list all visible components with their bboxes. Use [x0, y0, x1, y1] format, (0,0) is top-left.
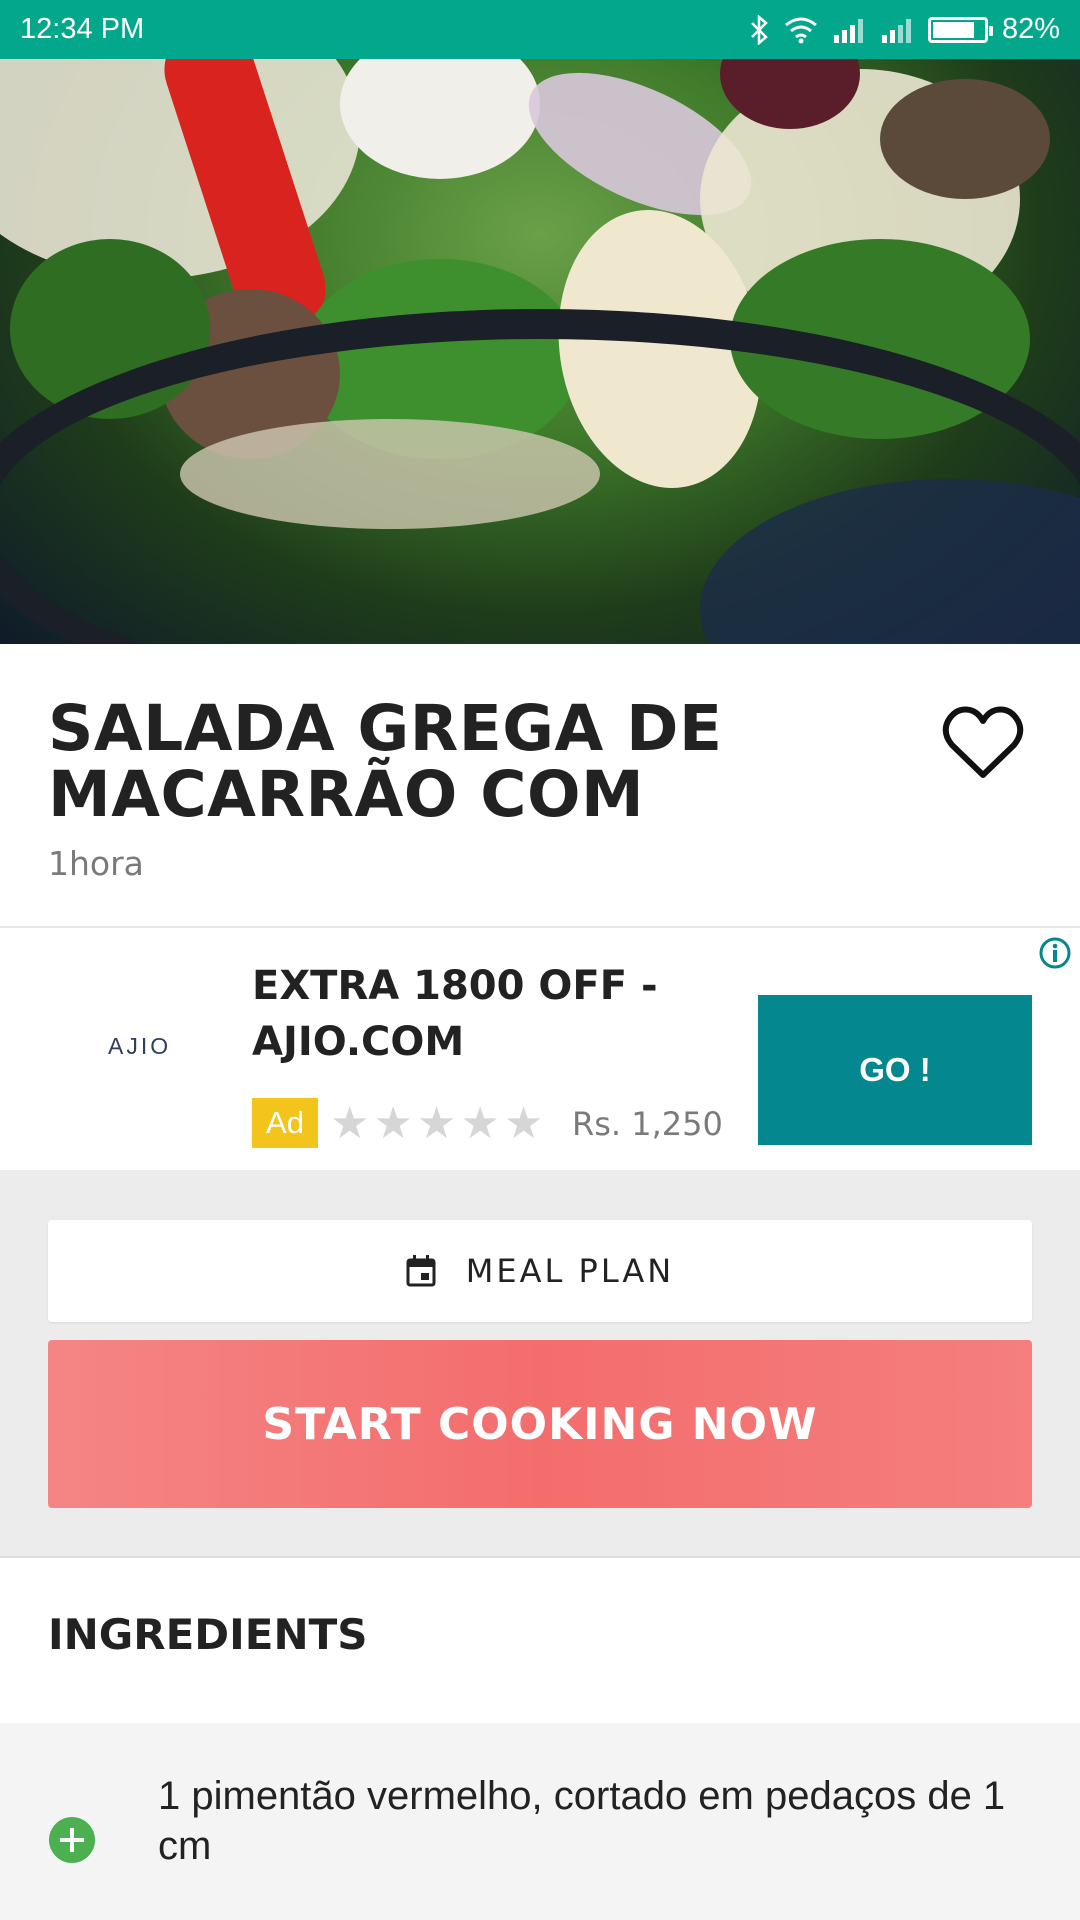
battery-icon [927, 16, 993, 43]
status-time: 12:34 PM [20, 13, 145, 45]
status-icons: 82% [748, 13, 1060, 46]
calendar-icon [406, 1255, 436, 1287]
ad-headline[interactable]: EXTRA 1800 OFF - AJIO.COM [252, 958, 722, 1070]
star-icon: ★ [330, 1098, 370, 1149]
ingredients-header: INGREDIENTS [0, 1558, 1080, 1723]
ad-brand-logo: AJIO [108, 1033, 172, 1059]
recipe-actions: MEAL PLAN START COOKING NOW [0, 1170, 1080, 1558]
ad-badge: Ad [252, 1098, 318, 1148]
ad-banner[interactable]: AJIO EXTRA 1800 OFF - AJIO.COM Ad ★ ★ ★ … [0, 930, 1080, 1170]
status-bar: 12:34 PM 82% [0, 0, 1080, 59]
recipe-photo [0, 59, 1080, 644]
ingredients-title: INGREDIENTS [48, 1610, 368, 1659]
ad-price: Rs. 1,250 [572, 1105, 723, 1143]
meal-plan-button[interactable]: MEAL PLAN [48, 1220, 1032, 1322]
recipe-header: SALADA GREGA DE MACARRÃO COM 1hora [0, 644, 1080, 928]
wifi-icon [785, 17, 817, 43]
star-icon: ★ [460, 1098, 500, 1149]
info-icon[interactable] [1038, 936, 1072, 970]
battery-level-fill [932, 21, 974, 38]
recipe-title: SALADA GREGA DE MACARRÃO COM [48, 692, 723, 831]
signal-icon [833, 18, 863, 43]
list-item[interactable]: 1 pimentão vermelho, cortado em pedaços … [0, 1723, 1080, 1920]
heart-outline-icon [942, 706, 1024, 778]
star-icon: ★ [503, 1098, 544, 1149]
recipe-time: 1hora [48, 844, 144, 883]
bluetooth-icon [751, 14, 768, 45]
ingredient-text: 1 pimentão vermelho, cortado em pedaços … [158, 1774, 1006, 1868]
battery-percent: 82% [1001, 13, 1060, 45]
start-cooking-button[interactable]: START COOKING NOW [48, 1340, 1032, 1508]
signal-icon [881, 18, 911, 43]
meal-plan-label: MEAL PLAN [465, 1252, 675, 1290]
add-circle-icon[interactable] [49, 1817, 95, 1863]
ad-rating: ★ ★ ★ ★ ★ [330, 1100, 543, 1148]
star-icon: ★ [416, 1098, 457, 1149]
ad-go-button[interactable]: GO ! [758, 995, 1032, 1145]
star-icon: ★ [373, 1098, 413, 1149]
favorite-button[interactable] [940, 700, 1026, 786]
